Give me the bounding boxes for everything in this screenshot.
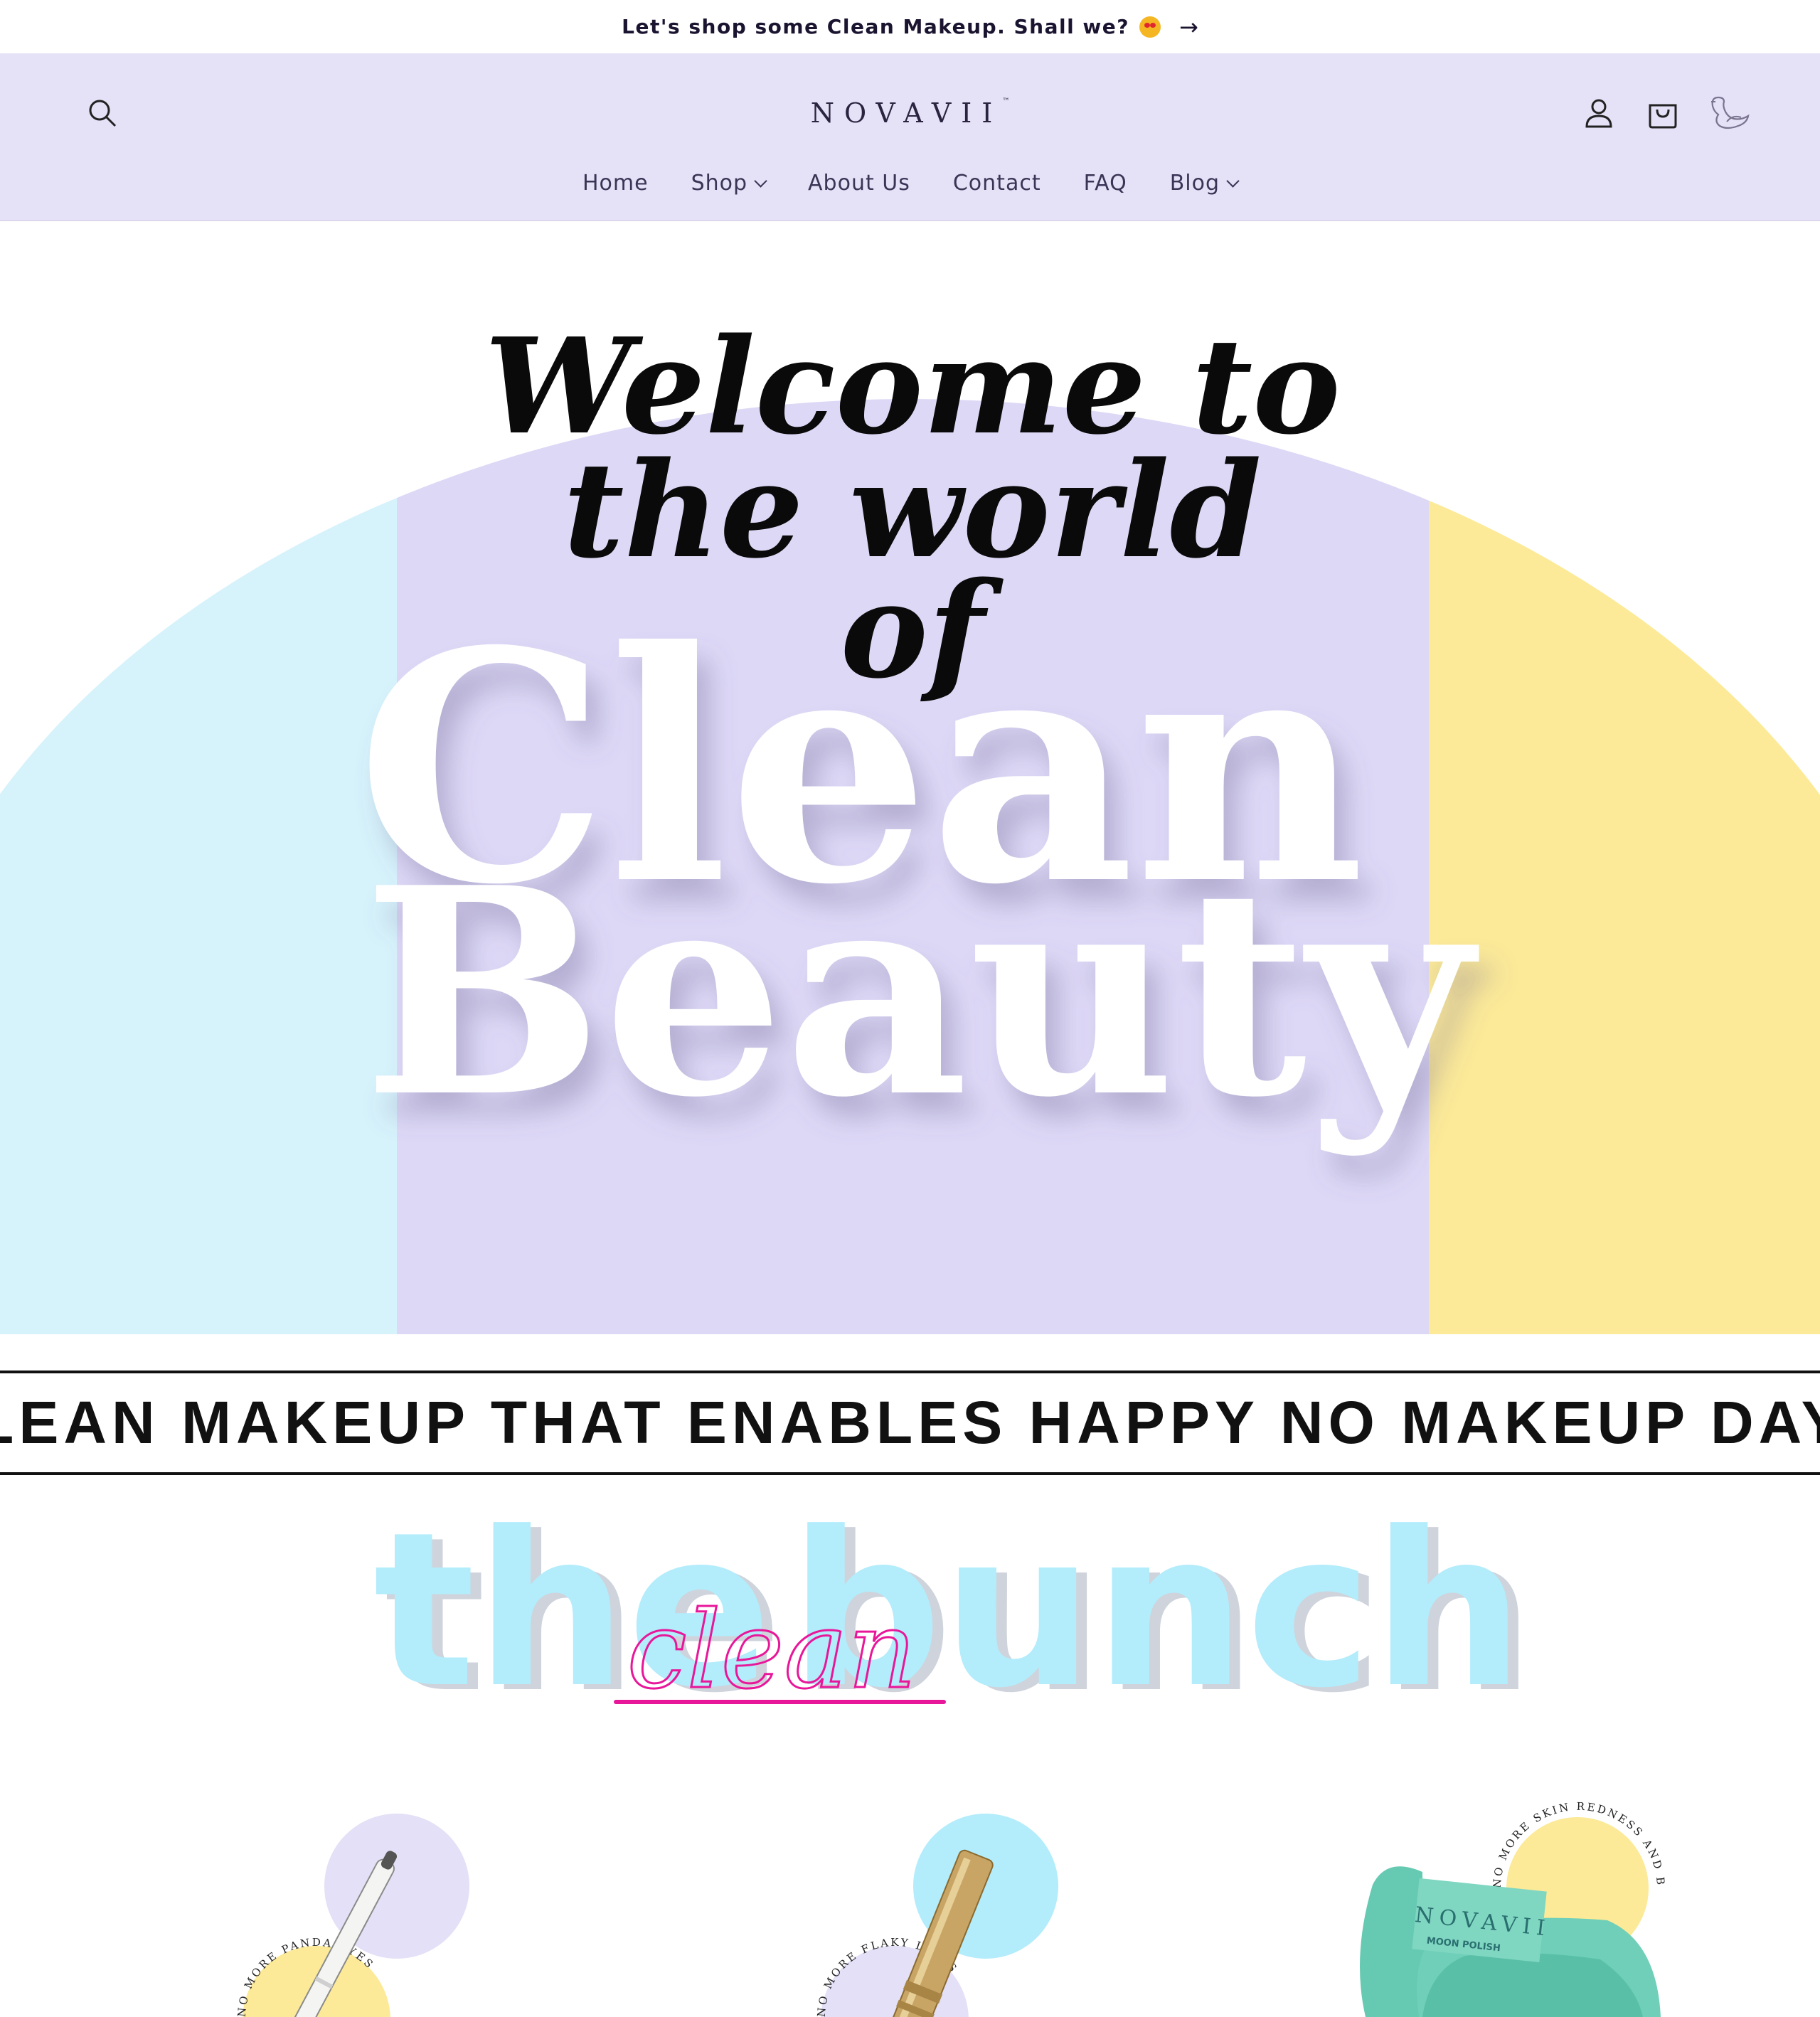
product-graphics: NO MORE PANDA EYES NO MORE FLAKY LINES N… — [0, 1778, 1665, 2017]
nav-item-faq[interactable]: FAQ — [1084, 171, 1127, 196]
site-header: NOVAVII™ Home Shop About Us Contact FAQ … — [0, 53, 1820, 222]
announcement-bar[interactable]: Let's shop some Clean Makeup. Shall we? … — [0, 0, 1820, 53]
cart-icon[interactable] — [1644, 95, 1681, 132]
nav-label: Blog — [1169, 171, 1220, 196]
swan-icon[interactable] — [1707, 92, 1752, 133]
nav-item-blog[interactable]: Blog — [1169, 171, 1240, 196]
arrow-right-icon[interactable]: → — [1179, 14, 1198, 41]
announcement-text: Let's shop some Clean Makeup. Shall we? — [622, 15, 1130, 38]
product-card-eyeliner[interactable]: NO MORE PANDA EYES — [235, 1814, 469, 2017]
nav-label: Contact — [952, 171, 1041, 196]
chevron-down-icon — [754, 174, 767, 188]
hero-panel-right — [1429, 399, 1820, 1334]
hero-panel-left — [0, 399, 397, 1334]
hero-graphic: Clean Beauty Welcome to the world of — [0, 309, 1820, 1334]
hero-banner[interactable]: Clean Beauty Welcome to the world of — [0, 221, 1820, 1334]
nav-item-home[interactable]: Home — [582, 171, 649, 196]
section-heading-clean-bunch: the the bunch bunch clean — [0, 1486, 1820, 1740]
heading-script-clean: clean — [627, 1589, 917, 1713]
hero-big-word-beauty: Beauty — [363, 826, 1480, 1160]
tagline-band: CLEAN MAKEUP THAT ENABLES HAPPY NO MAKEU… — [0, 1371, 1820, 1475]
product-grid: NO MORE PANDA EYES NO MORE FLAKY LINES N… — [0, 1778, 1820, 2017]
star-struck-emoji-icon — [1139, 16, 1161, 38]
nav-item-about-us[interactable]: About Us — [808, 171, 910, 196]
nav-item-shop[interactable]: Shop — [691, 171, 767, 196]
clean-bunch-graphic: the the bunch bunch clean — [373, 1486, 1535, 1740]
tagline-text: CLEAN MAKEUP THAT ENABLES HAPPY NO MAKEU… — [0, 1389, 1820, 1456]
nav-label: FAQ — [1083, 171, 1127, 196]
main-nav: Home Shop About Us Contact FAQ Blog — [0, 171, 1820, 196]
chevron-down-icon — [1226, 174, 1240, 188]
nav-label: Home — [582, 171, 649, 196]
nav-item-contact[interactable]: Contact — [953, 171, 1041, 196]
account-icon[interactable] — [1580, 95, 1617, 132]
trademark-mark: ™ — [1002, 97, 1010, 105]
nav-label: Shop — [691, 171, 748, 196]
logo-text: NOVAVII — [810, 97, 1003, 129]
product-card-lip-tube[interactable]: NO MORE FLAKY LINES — [815, 1814, 1058, 2017]
hero-line-of: of — [841, 553, 1004, 708]
site-logo[interactable]: NOVAVII™ — [0, 97, 1820, 129]
nav-label: About Us — [808, 171, 910, 196]
